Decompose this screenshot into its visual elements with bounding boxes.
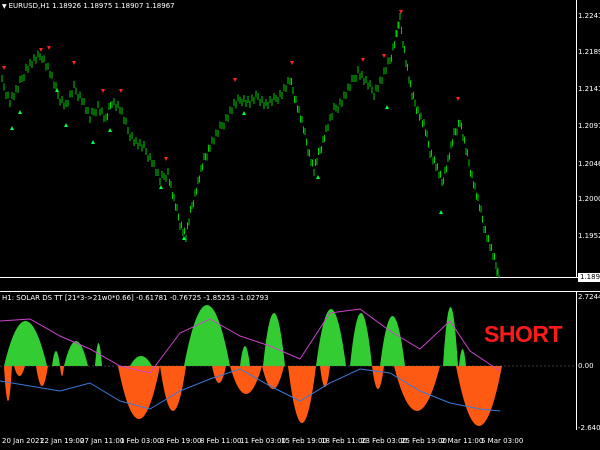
price-axis-label: 1.22415 [578,12,600,20]
buy-arrow-icon [159,185,163,189]
price-axis-label: 1.20970 [578,122,600,130]
price-axis-label: 1.19525 [578,232,600,240]
indicator-negative-lobe [36,366,48,386]
indicator-pane[interactable]: H1: SOLAR DS TT [21*3->21w0*0.66] -0.617… [0,291,600,432]
indicator-positive-lobe [52,351,60,366]
sell-arrow-icon [47,46,51,50]
time-label: 11 Feb 03:00 [240,437,286,445]
indicator-positive-lobe [316,309,346,366]
buy-arrow-icon [439,210,443,214]
buy-arrow-icon [242,111,246,115]
price-chart[interactable] [0,0,600,278]
sell-arrow-icon [361,58,365,62]
indicator-positive-lobe [95,343,102,366]
sell-arrow-icon [233,78,237,82]
sell-arrow-icon [119,89,123,93]
chart-title: ▼ EURUSD,H1 1.18926 1.18975 1.18907 1.189… [2,2,175,11]
indicator-axis-top: 2.72442 [578,293,600,301]
buy-arrow-icon [385,105,389,109]
sell-arrow-icon [101,89,105,93]
time-label: 27 Jan 11:00 [80,437,125,445]
buy-arrow-icon [91,140,95,144]
sell-arrow-icon [382,54,386,58]
indicator-positive-lobe [184,305,230,366]
indicator-negative-lobe [160,366,186,411]
time-label: 5 Mar 03:00 [481,437,524,445]
indicator-negative-lobe [394,366,440,411]
indicator-chart[interactable] [0,291,600,430]
indicator-negative-lobe [262,366,284,389]
indicator-positive-lobe [263,313,285,366]
buy-arrow-icon [10,126,14,130]
indicator-axis-zero: 0.00 [578,362,594,370]
price-axis-label: 1.21410 [578,85,600,93]
price-axis-label: 1.20460 [578,160,600,168]
indicator-positive-lobe [350,313,372,366]
time-label: 22 Jan 19:00 [40,437,85,445]
indicator-positive-lobe [64,341,88,366]
indicator-positive-lobe [443,307,458,366]
buy-arrow-icon [316,175,320,179]
sell-arrow-icon [39,48,43,52]
indicator-positive-lobe [459,349,466,366]
indicator-negative-lobe [230,366,262,394]
time-label: 2 Mar 11:00 [441,437,484,445]
indicator-positive-lobe [240,346,250,366]
short-signal-label: SHORT [484,321,563,347]
sell-arrow-icon [456,97,460,101]
indicator-negative-lobe [14,366,25,376]
price-chart-pane[interactable]: ▼ EURUSD,H1 1.18926 1.18975 1.18907 1.189… [0,0,600,282]
sell-arrow-icon [290,61,294,65]
indicator-title: H1: SOLAR DS TT [21*3->21w0*0.66] -0.617… [2,294,269,302]
buy-arrow-icon [64,123,68,127]
sell-arrow-icon [2,66,6,70]
indicator-negative-lobe [60,366,64,376]
price-axis-label: 1.21890 [578,48,600,56]
time-label: 20 Jan 2021 [2,437,44,445]
sell-arrow-icon [72,61,76,65]
time-label: 8 Feb 11:00 [200,437,242,445]
current-price-tag: 1.18967 [578,273,600,282]
indicator-axis-bottom: -2.6404 [578,424,600,432]
buy-arrow-icon [18,110,22,114]
indicator-negative-lobe [372,366,384,389]
time-label: 3 Feb 19:00 [160,437,202,445]
indicator-negative-lobe [4,366,12,401]
chart-menu-arrow-icon[interactable]: ▼ [2,3,7,10]
chart-title-text: EURUSD,H1 1.18926 1.18975 1.18907 1.1896… [8,2,175,10]
time-label: 1 Feb 03:00 [120,437,162,445]
buy-arrow-icon [182,236,186,240]
sell-arrow-icon [164,157,168,161]
indicator-negative-lobe [456,366,502,426]
indicator-negative-lobe [118,366,160,419]
price-axis-label: 1.20000 [578,195,600,203]
indicator-positive-lobe [380,316,405,366]
buy-arrow-icon [108,128,112,132]
indicator-positive-lobe [130,356,152,366]
indicator-positive-lobe [4,321,47,366]
